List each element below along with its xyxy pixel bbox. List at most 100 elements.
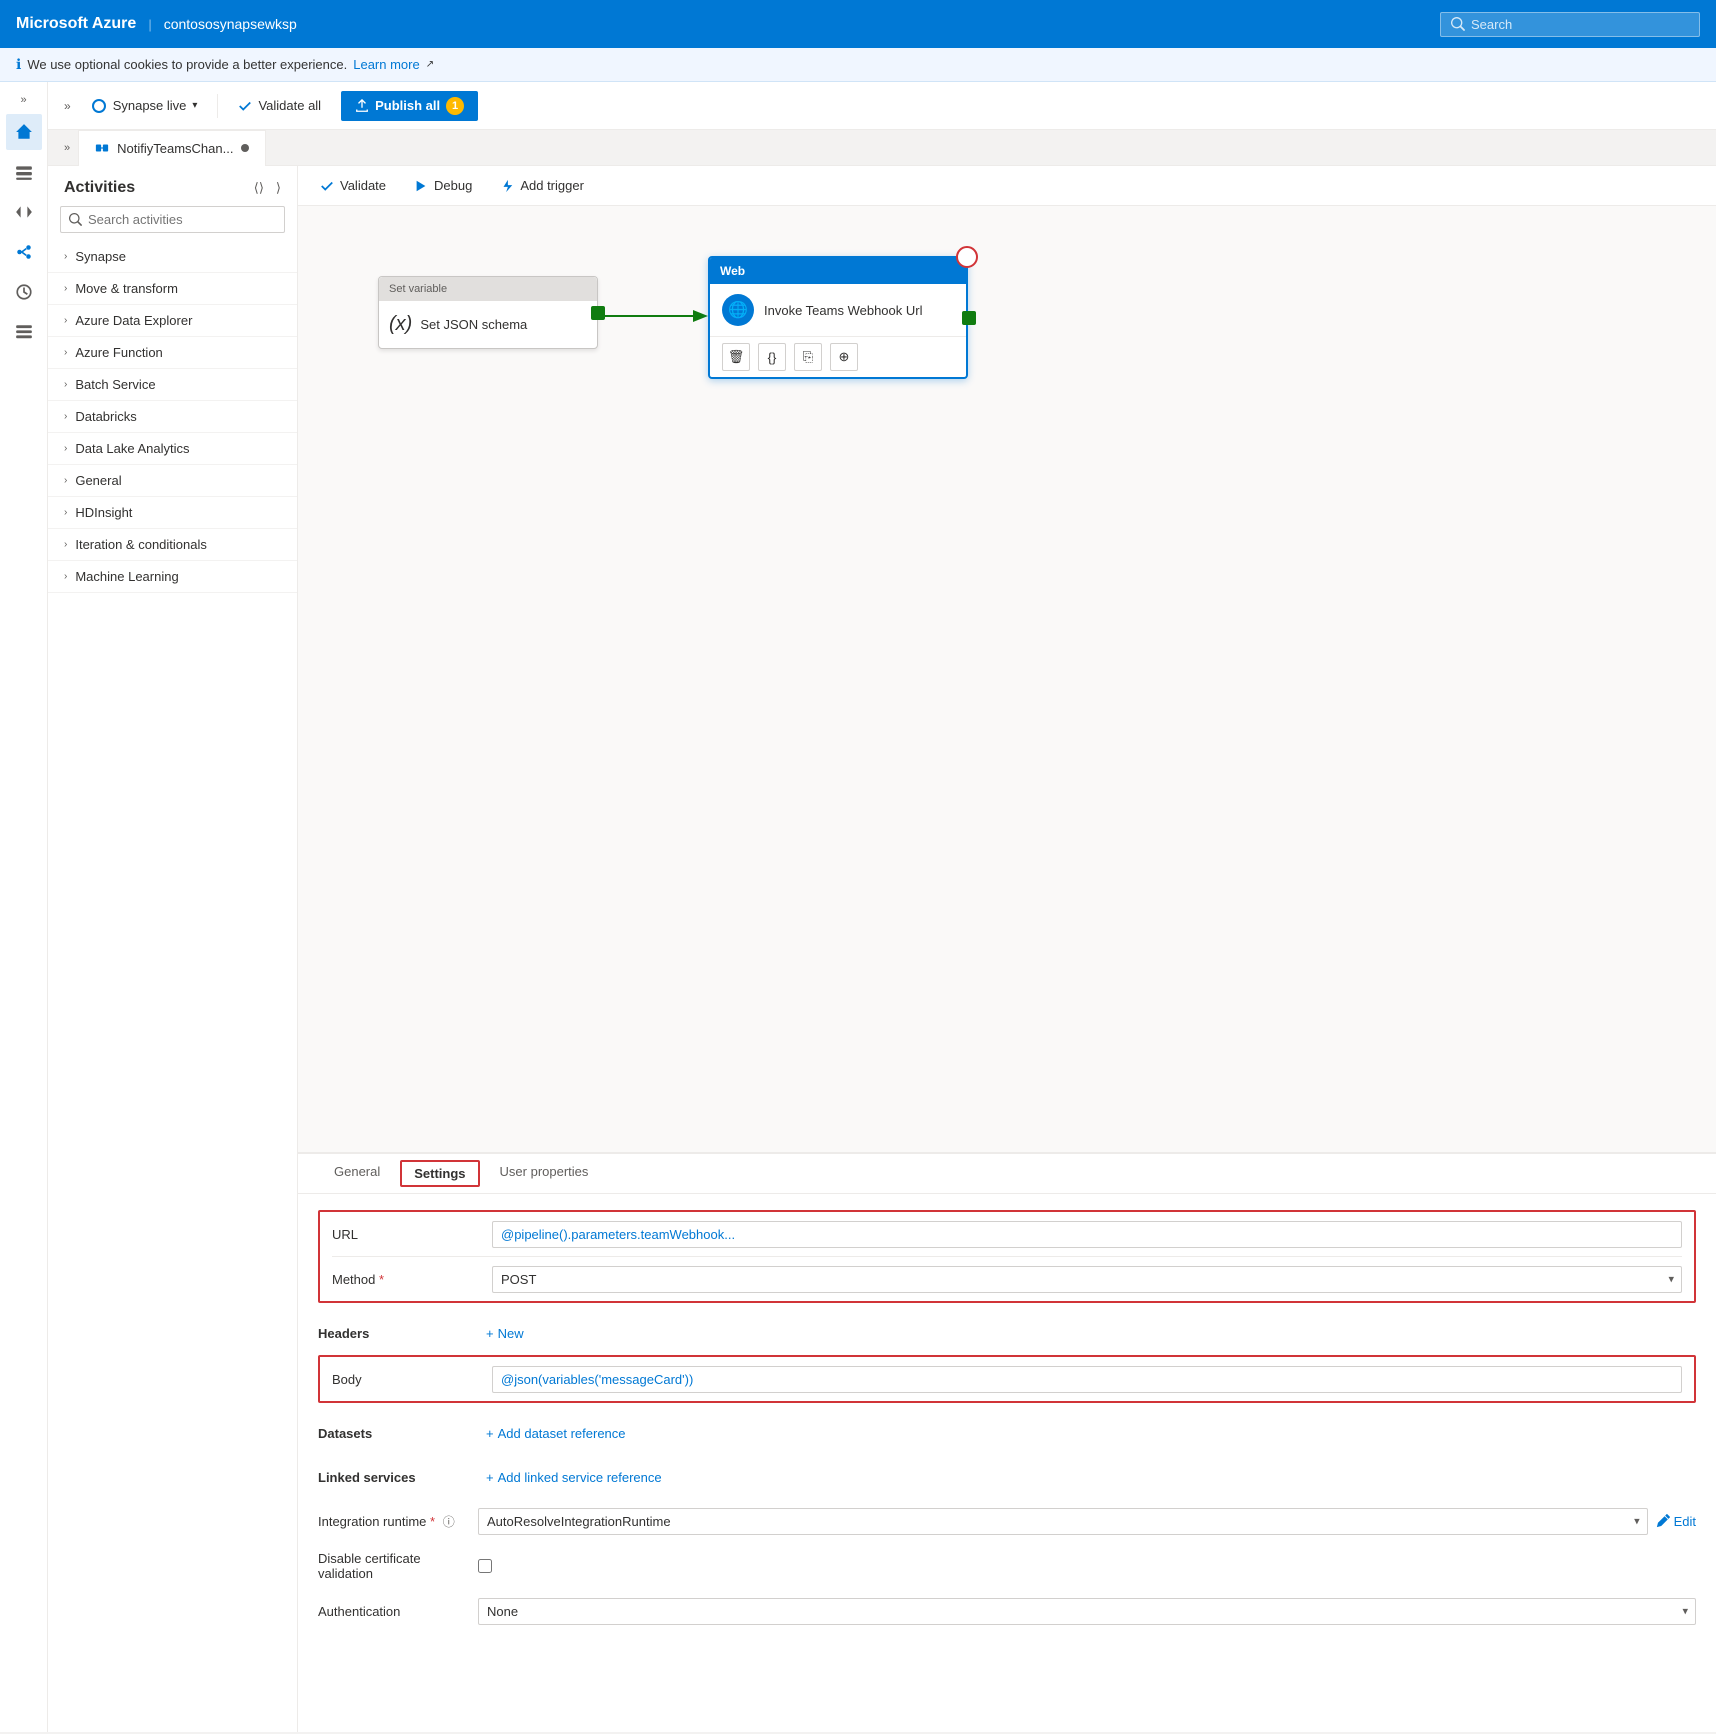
expand-node-btn[interactable]: ⊕: [830, 343, 858, 371]
top-bar-divider: |: [148, 17, 151, 32]
synapse-live-btn[interactable]: Synapse live ▾: [83, 94, 206, 118]
activity-group-batch: › Batch Service: [48, 369, 297, 401]
activity-group-batch-header[interactable]: › Batch Service: [48, 369, 297, 400]
activity-group-hdinsight: › HDInsight: [48, 497, 297, 529]
publish-all-btn[interactable]: Publish all 1: [341, 91, 478, 121]
activities-controls: ⟨⟩ ⟩: [250, 178, 285, 198]
integration-row: Integration runtime * ⓘ AutoResolveInteg…: [318, 1499, 1696, 1543]
expand-btn[interactable]: ⟩: [272, 178, 285, 198]
group-label: HDInsight: [75, 505, 132, 520]
auth-select[interactable]: None Basic Client Certificate Managed Id…: [478, 1598, 1696, 1625]
tab-settings[interactable]: Settings: [400, 1160, 479, 1187]
delete-node-btn[interactable]: 🗑: [722, 343, 750, 371]
code-node-btn[interactable]: {}: [758, 343, 786, 371]
collapse-all-btn[interactable]: ⟨⟩: [250, 178, 268, 198]
plus-icon: +: [486, 1470, 494, 1485]
lightning-icon: [500, 179, 514, 193]
cookie-bar: ℹ We use optional cookies to provide a b…: [0, 48, 1716, 82]
copy-node-btn[interactable]: ⎘: [794, 343, 822, 371]
toolbar-expand-btn[interactable]: »: [64, 99, 71, 113]
nav-monitor-icon[interactable]: [6, 274, 42, 310]
headers-row: Headers + New: [318, 1311, 1696, 1355]
validate-btn[interactable]: Validate: [314, 174, 392, 197]
method-select[interactable]: POST GET PUT DELETE PATCH: [492, 1266, 1682, 1293]
activity-group-general-header[interactable]: › General: [48, 465, 297, 496]
nav-home-icon[interactable]: [6, 114, 42, 150]
tab-general[interactable]: General: [318, 1154, 396, 1194]
right-connector: [962, 311, 976, 325]
body-group: Body: [318, 1355, 1696, 1403]
activity-group-move-header[interactable]: › Move & transform: [48, 273, 297, 304]
globe-icon: 🌐: [722, 294, 754, 326]
activity-group-iteration: › Iteration & conditionals: [48, 529, 297, 561]
cookie-text: We use optional cookies to provide a bet…: [27, 57, 347, 72]
chevron-right-icon: ›: [64, 411, 67, 422]
add-trigger-btn[interactable]: Add trigger: [494, 174, 590, 197]
connection-arrow: [598, 296, 718, 336]
tab-user-props[interactable]: User properties: [484, 1154, 605, 1194]
integration-edit-btn[interactable]: Edit: [1656, 1514, 1696, 1529]
validate-all-btn[interactable]: Validate all: [230, 94, 329, 117]
set-variable-node[interactable]: Set variable (x) Set JSON schema: [378, 276, 598, 349]
activity-group-synapse-header[interactable]: › Synapse: [48, 241, 297, 272]
search-box[interactable]: Search: [1440, 12, 1700, 37]
activity-group-hdinsight-header[interactable]: › HDInsight: [48, 497, 297, 528]
x-icon: (x): [389, 313, 412, 336]
integration-select[interactable]: AutoResolveIntegrationRuntime: [478, 1508, 1648, 1535]
nav-develop-icon[interactable]: [6, 194, 42, 230]
info-icon: ℹ: [16, 56, 21, 73]
nav-integrate-icon[interactable]: [6, 234, 42, 270]
validate-label: Validate all: [258, 98, 321, 113]
group-label: Move & transform: [75, 281, 178, 296]
activity-group-iteration-header[interactable]: › Iteration & conditionals: [48, 529, 297, 560]
trigger-btn-label: Add trigger: [520, 178, 584, 193]
disable-cert-row: Disable certificate validation: [318, 1543, 1696, 1589]
datasets-row: Datasets + Add dataset reference: [318, 1411, 1696, 1455]
group-label: Azure Data Explorer: [75, 313, 192, 328]
search-icon: [69, 213, 82, 226]
activity-group-datalake: › Data Lake Analytics: [48, 433, 297, 465]
learn-more-link[interactable]: Learn more: [353, 57, 419, 72]
workspace-name: contososynapsewksp: [164, 16, 297, 32]
activity-group-explorer-header[interactable]: › Azure Data Explorer: [48, 305, 297, 336]
integration-label: Integration runtime * ⓘ: [318, 1513, 478, 1530]
pipeline-tab[interactable]: NotifiyTeamsChan...: [78, 130, 266, 166]
left-nav: »: [0, 82, 48, 1732]
external-link-icon: ↗: [426, 59, 434, 70]
nav-data-icon[interactable]: [6, 154, 42, 190]
activity-group-datalake-header[interactable]: › Data Lake Analytics: [48, 433, 297, 464]
nav-expand-btn[interactable]: »: [6, 90, 42, 110]
web-node[interactable]: Web 🌐 Invoke Teams Webhook Url 🗑 {} ⎘ ⊕: [708, 256, 968, 379]
publish-label: Publish all: [375, 98, 440, 113]
headers-label: Headers: [318, 1326, 478, 1341]
tab-expand-btn[interactable]: »: [64, 142, 70, 154]
disable-cert-checkbox[interactable]: [478, 1559, 492, 1573]
auth-select-wrapper: None Basic Client Certificate Managed Id…: [478, 1598, 1696, 1625]
activity-group-databricks-header[interactable]: › Databricks: [48, 401, 297, 432]
activities-search-input[interactable]: [88, 212, 276, 227]
body-input[interactable]: [492, 1366, 1682, 1393]
url-label: URL: [332, 1227, 492, 1242]
plus-icon: +: [486, 1326, 494, 1341]
nav-manage-icon[interactable]: [6, 314, 42, 350]
add-header-btn[interactable]: + New: [478, 1322, 532, 1345]
web-node-title: Invoke Teams Webhook Url: [764, 303, 922, 318]
add-linked-service-btn[interactable]: + Add linked service reference: [478, 1466, 670, 1489]
url-input[interactable]: [492, 1221, 1682, 1248]
main-layout: » » Synapse live ▾: [0, 82, 1716, 1732]
method-select-wrapper: POST GET PUT DELETE PATCH ▾: [492, 1266, 1682, 1293]
pencil-icon: [1656, 1514, 1670, 1528]
synapse-chevron-icon: ▾: [192, 100, 197, 111]
tab-bar: » NotifiyTeamsChan...: [48, 130, 1716, 166]
activity-group-ml-header[interactable]: › Machine Learning: [48, 561, 297, 592]
add-dataset-btn[interactable]: + Add dataset reference: [478, 1422, 634, 1445]
activities-groups-list: › Synapse › Move & transform › Azu: [48, 241, 297, 593]
chevron-right-icon: ›: [64, 539, 67, 550]
activities-search-box[interactable]: [60, 206, 285, 233]
add-dataset-label: Add dataset reference: [498, 1426, 626, 1441]
activity-group-function: › Azure Function: [48, 337, 297, 369]
activity-group-function-header[interactable]: › Azure Function: [48, 337, 297, 368]
debug-btn[interactable]: Debug: [408, 174, 478, 197]
chevron-right-icon: ›: [64, 443, 67, 454]
activity-group-synapse: › Synapse: [48, 241, 297, 273]
